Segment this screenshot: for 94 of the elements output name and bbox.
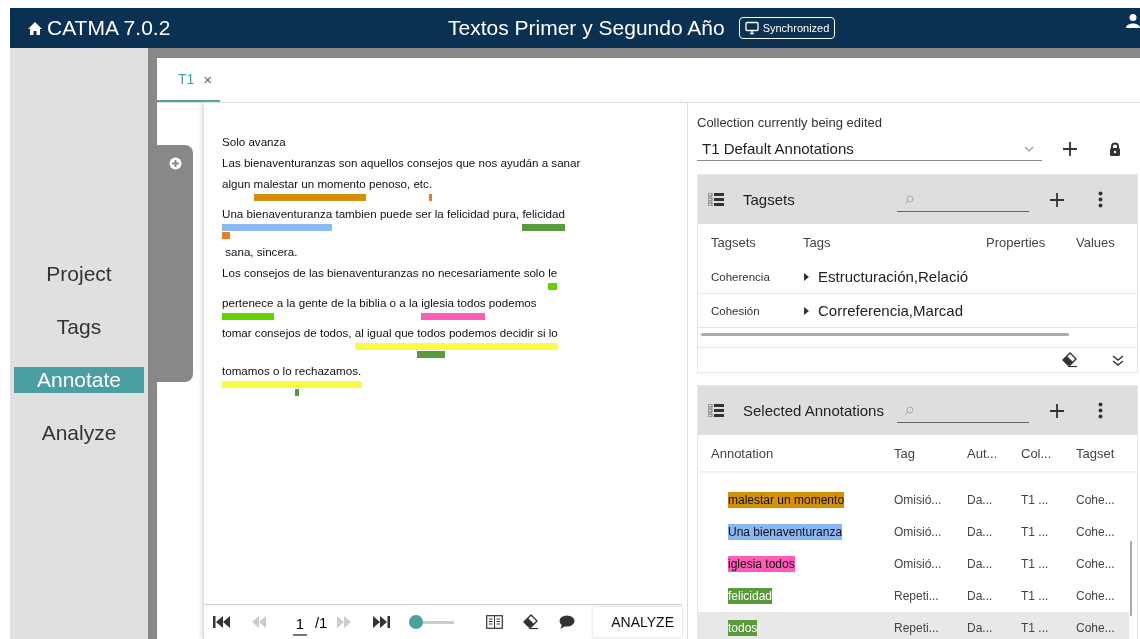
table-cell-text: T1 ... <box>1021 493 1050 507</box>
comment-icon[interactable] <box>559 614 576 630</box>
nav-item[interactable]: Project <box>14 261 144 287</box>
table-cell: Estructuración,Relació <box>818 268 969 285</box>
table-row[interactable]: malestar un momento Omisió... Da... T1 ... Cohe... <box>698 484 1137 516</box>
sync-badge: Synchronized <box>738 17 836 39</box>
text-line: Los consejos de las bienaventuranzas no necesariamente solo le <box>222 265 559 281</box>
add-icon[interactable] <box>1063 142 1077 156</box>
expand-arrow-icon[interactable] <box>803 271 810 282</box>
list-icon <box>708 404 724 417</box>
page-total: /1 <box>314 613 328 631</box>
last-page-icon[interactable] <box>373 615 391 629</box>
scrollbar[interactable] <box>1130 541 1132 616</box>
table-cell-text: T1 ... <box>1021 621 1050 635</box>
annotation-text: Una bienaventuranza <box>728 524 843 540</box>
table-cell-text: Cohe... <box>1076 493 1116 507</box>
table-cell-text: Cohesión <box>711 304 761 317</box>
table-cell-text: Da... <box>967 621 994 635</box>
table-cell-text: Da... <box>967 589 994 603</box>
scrollbar[interactable] <box>701 333 1069 336</box>
table-cell-text: Repeti... <box>894 589 940 603</box>
add-icon[interactable] <box>1050 403 1064 418</box>
nav-item[interactable]: Tags <box>14 314 144 340</box>
table-row[interactable]: Una bienaventuranza Omisió... Da... T1 ... Cohe... <box>698 516 1137 548</box>
table-cell-text: T1 ... <box>1021 589 1050 603</box>
text-line: sana, sincera. <box>224 244 299 260</box>
text-line: pertenece a la gente de la biblia o a la iglesia todos podemos <box>222 295 538 311</box>
table-cell-text: Omisió... <box>894 557 943 571</box>
project-title: Textos Primer y Segundo Año <box>448 16 725 40</box>
monitor-icon <box>744 21 759 35</box>
table-row[interactable]: iglesia todos Omisió... Da... T1 ... Cohe... <box>698 548 1137 580</box>
table-cell-text: Da... <box>967 525 994 539</box>
search-icon <box>904 406 914 416</box>
text-line: algun malestar un momento penoso, etc. <box>222 176 434 192</box>
annotation-text: malestar un momento <box>728 492 845 508</box>
add-icon[interactable] <box>1050 192 1064 207</box>
table-cell-text: Da... <box>967 557 994 571</box>
close-icon[interactable]: × <box>203 70 213 88</box>
table-cell-text: Repeti... <box>894 621 940 635</box>
collection-label: Collection currently being edited <box>697 115 883 132</box>
search-icon <box>904 195 914 205</box>
table-cell-text: T1 ... <box>1021 525 1050 539</box>
chevron-down-icon <box>1024 145 1034 152</box>
column-header[interactable]: Annotation <box>711 445 894 461</box>
home-icon[interactable] <box>27 20 43 36</box>
panel-title: Selected Annotations <box>743 402 885 419</box>
eraser-icon[interactable] <box>1062 352 1078 368</box>
text-line: Una bienaventuranza tambien puede ser la felicidad pura, felicidad <box>222 206 566 222</box>
page-number-field[interactable]: 1 <box>293 608 307 636</box>
app-title[interactable]: CATMA 7.0.2 <box>47 16 171 40</box>
table-cell-text: Coherencia <box>711 270 771 283</box>
expand-arrow-icon[interactable] <box>803 305 810 316</box>
collection-select[interactable]: T1 Default Annotations <box>697 137 1042 161</box>
table-row[interactable]: todos Repeti... Da... T1 ... Cohe... <box>698 612 1129 639</box>
text-line: Las bienaventuranzas son aquellos consejos que nos ayudán a sanar <box>222 155 582 171</box>
more-icon[interactable] <box>1098 191 1103 208</box>
table-cell-text: Omisió... <box>894 525 943 539</box>
user-icon[interactable] <box>1126 13 1140 28</box>
table-cell-text: T1 ... <box>1021 557 1050 571</box>
text-line: tomamos o lo rechazamos. <box>222 363 363 379</box>
nav-item[interactable]: Analyze <box>14 420 144 446</box>
text-line: Solo avanza <box>222 134 287 150</box>
book-icon[interactable] <box>486 615 504 629</box>
first-page-icon[interactable] <box>213 615 230 629</box>
eraser-icon[interactable] <box>523 614 540 630</box>
analyze-button[interactable]: ANALYZE <box>593 607 682 637</box>
column-header[interactable]: Tagsets <box>711 234 803 250</box>
document-tab[interactable]: T1 × <box>157 58 221 102</box>
table-cell-text: Cohe... <box>1076 589 1116 603</box>
list-icon <box>708 193 724 206</box>
text-line: tomar consejos de todos, al igual que todos podemos decidir si lo <box>222 325 559 341</box>
column-header[interactable]: Properties <box>986 234 1076 250</box>
column-header[interactable]: Tag <box>894 445 967 461</box>
double-chevron-icon[interactable] <box>1112 354 1124 366</box>
lock-icon[interactable] <box>1109 142 1121 156</box>
table-cell: Correferencia,Marcad <box>818 302 964 319</box>
annotation-text: iglesia todos <box>728 556 795 572</box>
column-header[interactable]: Tags <box>803 234 986 250</box>
column-header[interactable]: Col... <box>1021 445 1076 461</box>
more-icon[interactable] <box>1098 402 1103 419</box>
table-cell-text: Cohe... <box>1076 525 1116 539</box>
table-row[interactable]: felicidad Repeti... Da... T1 ... Cohe... <box>698 580 1137 612</box>
table-cell-text: Cohe... <box>1076 621 1116 635</box>
plus-circle-icon[interactable] <box>168 157 182 170</box>
panel-title: Tagsets <box>743 191 796 208</box>
column-header[interactable]: Values <box>1076 234 1137 250</box>
column-header[interactable]: Aut... <box>967 445 1021 461</box>
column-header[interactable]: Tagset <box>1076 445 1137 461</box>
annotation-text: felicidad <box>728 588 773 604</box>
table-cell-text: Omisió... <box>894 493 943 507</box>
slider-thumb[interactable] <box>409 615 424 629</box>
annotation-text: todos <box>728 620 758 636</box>
table-cell-text: Cohe... <box>1076 557 1116 571</box>
table-cell-text: Da... <box>967 493 994 507</box>
